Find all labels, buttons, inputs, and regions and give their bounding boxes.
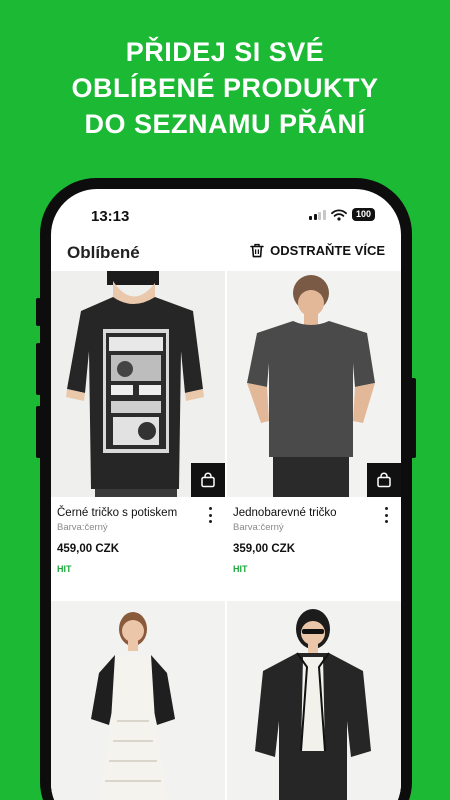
add-to-bag-button[interactable]	[367, 463, 401, 497]
page-title: Oblíbené	[67, 243, 140, 262]
trash-icon	[250, 243, 264, 258]
phone-volume-up-button	[36, 343, 41, 395]
add-to-bag-button[interactable]	[191, 463, 225, 497]
headline-line-3: DO SEZNAMU PŘÁNÍ	[84, 109, 366, 139]
headline-line-2: OBLÍBENÉ PRODUKTY	[71, 73, 379, 103]
status-time: 13:13	[91, 208, 130, 225]
product-info: Černé tričko s potiskem Barva:černý 459,…	[51, 497, 225, 599]
product-color: Barva:černý	[57, 522, 108, 533]
status-icons: 100	[309, 208, 375, 221]
more-vertical-icon	[208, 507, 212, 510]
product-price: 359,00 CZK	[233, 543, 296, 555]
product-photo-lace-dress	[51, 601, 225, 800]
product-card[interactable]	[51, 601, 225, 800]
product-price: 459,00 CZK	[57, 543, 120, 555]
phone-power-button	[411, 378, 416, 458]
product-info: Jednobarevné tričko Barva:černý 359,00 C…	[227, 497, 401, 599]
phone-screen: 13:13 100 Oblíbené ODSTRAŇTE VÍCE Černé …	[51, 189, 401, 800]
more-options-button[interactable]	[205, 507, 215, 523]
wifi-icon	[331, 208, 347, 221]
signal-icon	[309, 209, 326, 220]
product-name[interactable]: Černé tričko s potiskem	[57, 507, 219, 519]
product-badge: HIT	[57, 564, 72, 574]
more-options-button[interactable]	[381, 507, 391, 523]
phone-volume-down-button	[36, 406, 41, 458]
shopping-bag-icon	[201, 472, 215, 488]
product-photo-leather-jacket	[227, 601, 401, 800]
headline-line-1: PŘIDEJ SI SVÉ	[125, 37, 325, 67]
phone-mute-button	[36, 298, 41, 326]
product-image[interactable]	[51, 601, 225, 800]
shopping-bag-icon	[377, 472, 391, 488]
product-card[interactable]: Černé tričko s potiskem Barva:černý 459,…	[51, 271, 225, 599]
status-bar: 13:13 100	[51, 189, 401, 239]
product-image[interactable]	[227, 601, 401, 800]
product-name[interactable]: Jednobarevné tričko	[233, 507, 395, 519]
more-vertical-icon	[384, 507, 388, 510]
product-card[interactable]: Jednobarevné tričko Barva:černý 359,00 C…	[227, 271, 401, 599]
promo-headline: PŘIDEJ SI SVÉ OBLÍBENÉ PRODUKTY DO SEZNA…	[0, 34, 450, 142]
product-image[interactable]	[227, 271, 401, 497]
product-color: Barva:černý	[233, 522, 284, 533]
remove-more-label: ODSTRAŇTE VÍCE	[270, 243, 385, 258]
product-badge: HIT	[233, 564, 248, 574]
product-card[interactable]	[227, 601, 401, 800]
product-image[interactable]	[51, 271, 225, 497]
remove-more-button[interactable]: ODSTRAŇTE VÍCE	[250, 243, 385, 258]
battery-indicator: 100	[351, 208, 375, 221]
phone-frame: 13:13 100 Oblíbené ODSTRAŇTE VÍCE Černé …	[36, 178, 416, 800]
